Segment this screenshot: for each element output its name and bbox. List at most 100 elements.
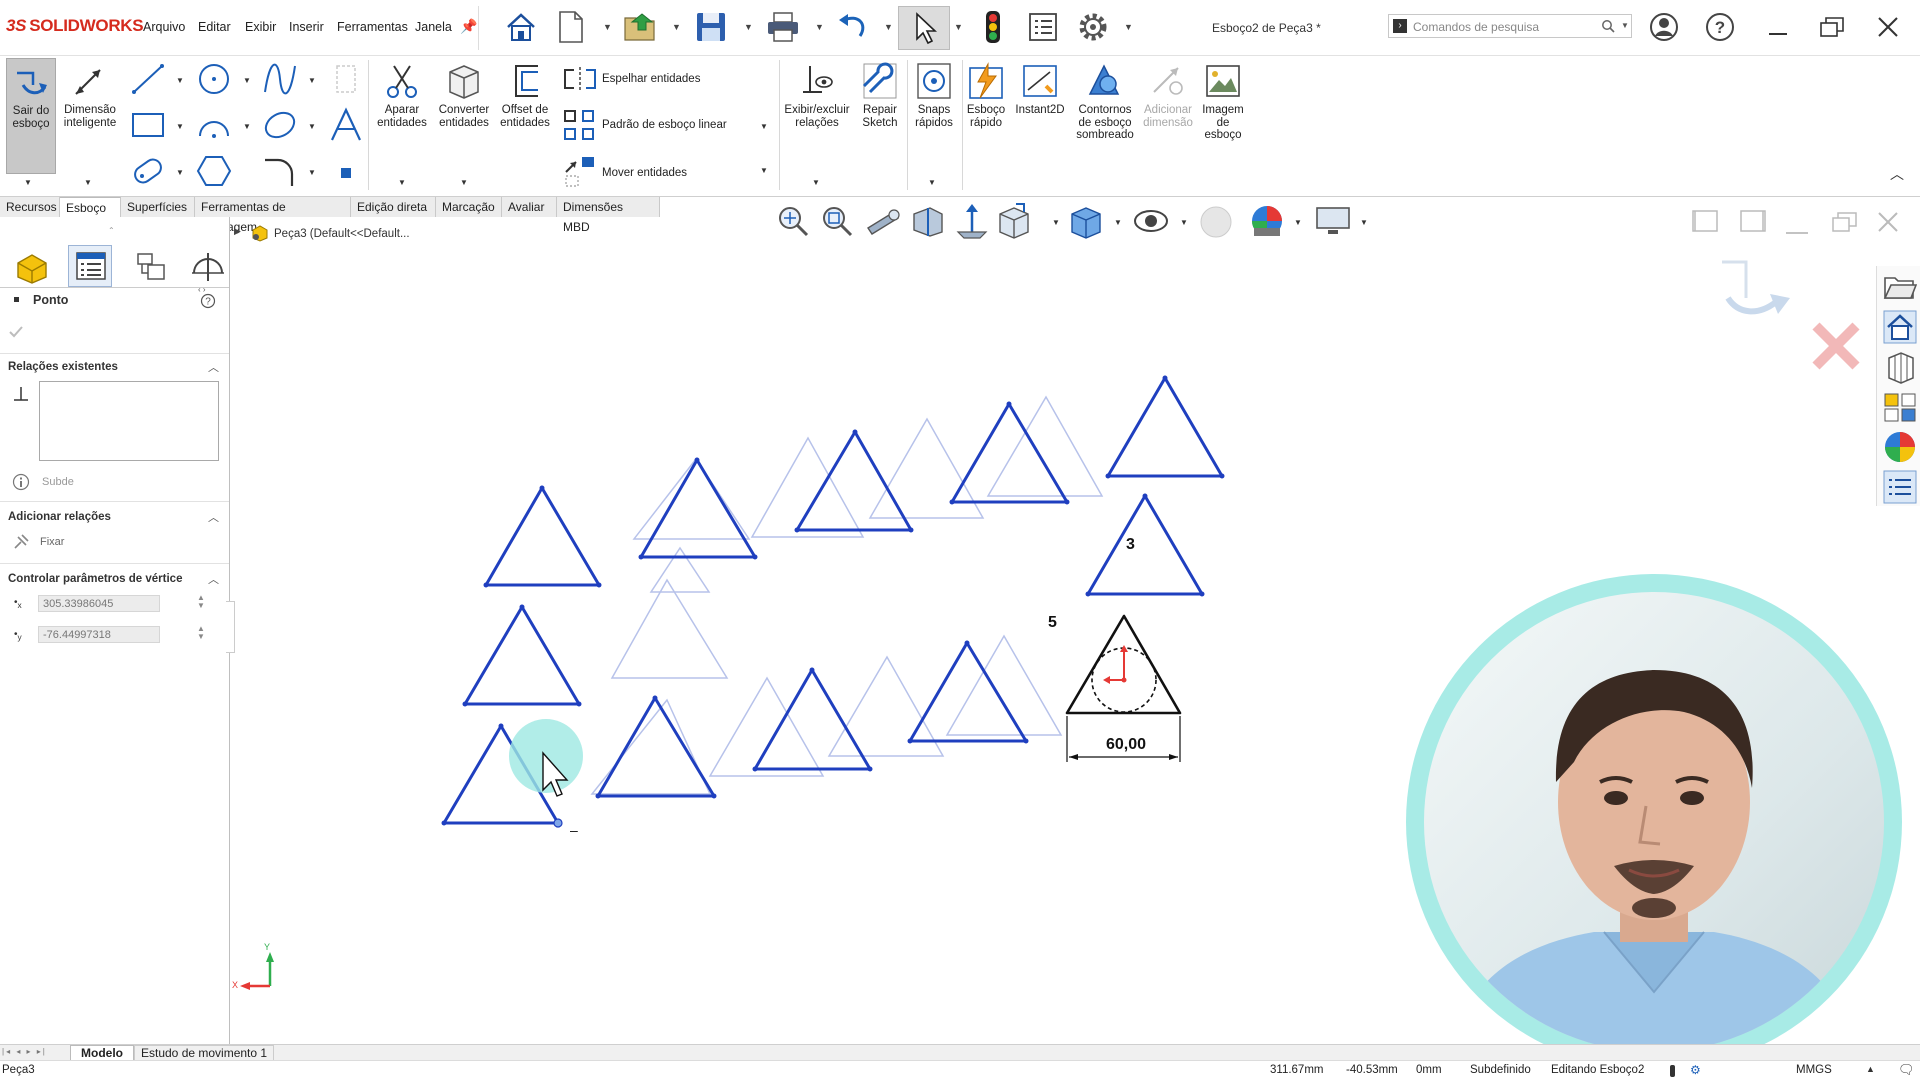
sketch-triangle[interactable] [1086,494,1204,596]
mirror-entities-button[interactable]: Espelhar entidades [562,66,762,92]
chevron-down-icon[interactable]: ▼ [884,22,893,32]
appearances-scenes-icon[interactable] [1883,430,1917,464]
viewport-minimize-icon[interactable] [1786,232,1808,234]
chevron-down-icon[interactable]: ▼ [1294,218,1302,227]
dynamic-annotation-view-icon[interactable] [954,202,990,240]
spline-tool-icon[interactable] [262,62,298,99]
line-tool-icon[interactable] [130,62,166,99]
rapid-sketch-button[interactable]: Esboço rápido [964,58,1008,138]
property-manager-tab[interactable] [68,245,112,287]
sketch-triangle[interactable] [753,668,872,771]
construction-geometry-icon[interactable] [332,62,360,99]
feature-manager-tab-icon[interactable] [12,249,52,285]
slot-tool-icon[interactable] [130,154,166,191]
text-tool-icon[interactable] [328,106,364,147]
sketch-triangle[interactable] [484,486,601,587]
panel-splitter-handle[interactable]: ⌃ [108,226,115,235]
chevron-down-icon[interactable]: ▼ [760,122,768,131]
tab-edicao-direta[interactable]: Edição direta [351,197,436,217]
y-coordinate-field[interactable]: -76.44997318 [38,626,160,643]
tab-ferramentas-de-moldagem[interactable]: Ferramentas de moldagem [195,197,351,234]
units-dropdown-icon[interactable]: ▲ [1866,1064,1875,1074]
move-entities-button[interactable]: Mover entidades [562,154,762,188]
home-icon[interactable] [500,6,542,48]
solidworks-logo[interactable]: 3S SOLIDWORKS [6,16,144,36]
polygon-tool-icon[interactable] [196,154,232,191]
save-icon[interactable] [690,6,732,48]
chevron-down-icon[interactable]: ▼ [308,122,316,131]
rebuild-traffic-light-icon[interactable] [972,6,1014,48]
chevron-down-icon[interactable]: ▼ [308,168,316,177]
point-tool-icon[interactable] [341,168,351,178]
print-icon[interactable] [762,6,804,48]
tab-esboco[interactable]: Esboço [60,197,121,217]
chevron-down-icon[interactable]: ▼ [460,178,468,187]
rebuild-indicator-icon[interactable] [1670,1065,1675,1077]
tab-avaliar[interactable]: Avaliar [502,197,557,217]
chevron-down-icon[interactable]: ▼ [1180,218,1188,227]
shaded-sketch-contours-button[interactable]: Contornos de esboço sombreado [1072,58,1138,148]
close-icon[interactable] [1870,10,1906,44]
chevron-down-icon[interactable]: ▼ [176,76,184,85]
dimension-value-text[interactable]: 60,00 [1106,736,1146,754]
ok-checkmark-icon[interactable] [8,325,24,339]
help-icon[interactable]: ? [1702,10,1738,44]
show-delete-relations-button[interactable]: Exibir/excluir relações [782,58,852,138]
flyout-expand-icon[interactable]: ▶ [234,226,241,237]
zoom-to-fit-icon[interactable] [776,204,810,238]
dimxpert-manager-tab-icon[interactable] [190,249,226,285]
chevron-down-icon[interactable]: ▼ [243,76,251,85]
file-explorer-icon[interactable] [1883,350,1917,384]
view-orientation-icon[interactable] [996,202,1032,240]
repair-sketch-button[interactable]: Repair Sketch [856,58,904,138]
rectangle-tool-icon[interactable] [130,108,166,145]
command-search-box[interactable]: › Comandos de pesquisa ▼ [1388,14,1632,38]
design-library-folder-icon[interactable] [1883,272,1917,302]
quick-snaps-button[interactable]: Snaps rápidos [910,58,958,138]
y-spin-arrows[interactable]: ▲ ▼ [197,625,205,641]
user-account-icon[interactable] [1646,10,1682,44]
menu-exibir[interactable]: Exibir [245,20,276,34]
menu-janela[interactable]: Janela [415,20,452,34]
sketch-triangle[interactable] [463,605,581,706]
chevron-down-icon[interactable]: ▼ [176,168,184,177]
offset-entities-button[interactable]: Offset de entidades [496,58,554,138]
menu-inserir[interactable]: Inserir [289,20,324,34]
sketch-triangle[interactable] [950,402,1069,504]
edit-appearance-icon[interactable] [1198,204,1234,240]
chevron-down-icon[interactable]: ▼ [744,22,753,32]
x-spin-arrows[interactable]: ▲ ▼ [197,594,205,610]
chevron-down-icon[interactable]: ▼ [1052,218,1060,227]
chevron-down-icon[interactable]: ▼ [760,166,768,175]
search-icon[interactable] [1601,19,1615,33]
x-coordinate-field[interactable]: 305.33986045 [38,595,160,612]
new-document-icon[interactable] [550,6,592,48]
existing-relations-list[interactable] [39,381,219,461]
menu-ferramentas[interactable]: Ferramentas [337,20,408,34]
exit-sketch-button[interactable]: Sair do esboço [6,58,56,174]
sketch-triangle[interactable] [1106,376,1224,478]
chevron-down-icon[interactable]: ▼ [928,178,936,187]
chevron-down-icon[interactable]: ▼ [176,122,184,131]
select-cursor-icon[interactable] [898,6,950,50]
solidworks-resources-home-icon[interactable] [1883,310,1917,344]
configuration-manager-tab-icon[interactable] [134,251,168,283]
sketch-fillet-icon[interactable] [262,154,298,191]
hide-show-items-icon[interactable] [1132,204,1170,238]
chevron-down-icon[interactable]: ▼ [398,178,406,187]
undo-icon[interactable] [832,6,874,48]
source-triangle[interactable] [1065,614,1182,715]
chevron-down-icon[interactable]: ▼ [815,22,824,32]
chevron-down-icon[interactable]: ▼ [1114,218,1122,227]
help-icon[interactable]: ? [200,293,216,309]
tab-recursos[interactable]: Recursos [0,197,60,217]
chevron-down-icon[interactable]: ▼ [84,178,92,187]
custom-properties-icon[interactable] [1883,470,1917,504]
tab-superficies[interactable]: Superfícies [121,197,195,217]
view-settings-monitor-icon[interactable] [1314,204,1352,238]
convert-entities-button[interactable]: Converter entidades [434,58,494,138]
linear-pattern-button[interactable]: Padrão de esboço linear [562,108,772,142]
open-document-icon[interactable] [620,6,662,48]
split-view-2-icon[interactable] [1738,208,1768,234]
chevron-down-icon[interactable]: ▼ [308,76,316,85]
